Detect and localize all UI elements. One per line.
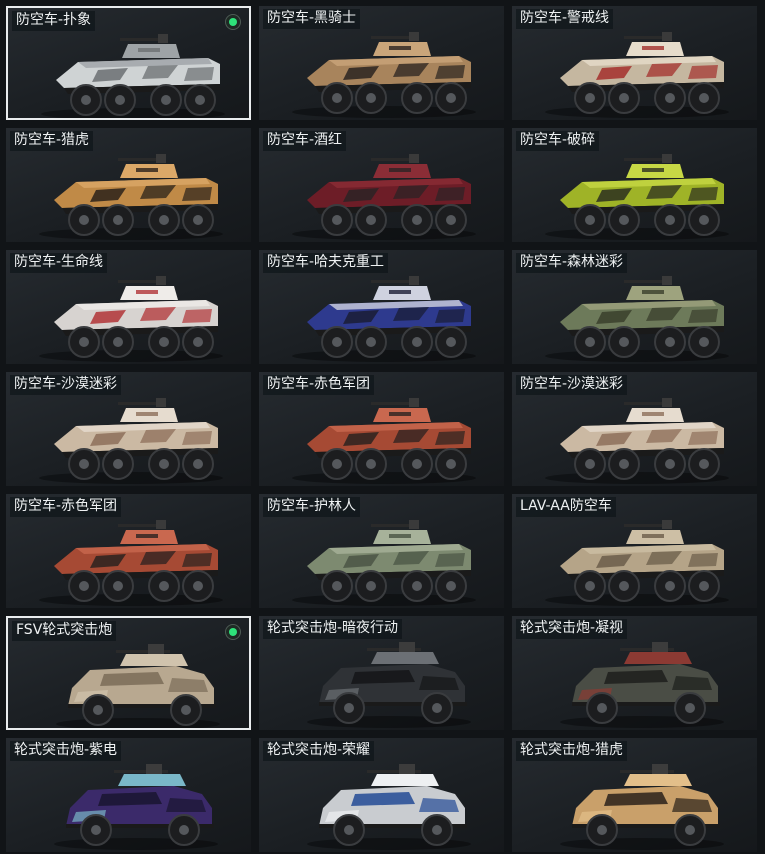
skin-card[interactable]: 防空车-赤色军团 <box>259 372 504 486</box>
skin-card[interactable]: 防空车-森林迷彩 <box>512 250 757 364</box>
skin-card[interactable]: 轮式突击炮-凝视 <box>512 616 757 730</box>
aa-vehicle-image <box>6 510 251 608</box>
aa-vehicle-image <box>512 22 757 120</box>
skin-card[interactable]: 防空车-黑骑士 <box>259 6 504 120</box>
skin-name: 防空车-扑象 <box>12 11 96 31</box>
skin-card[interactable]: 防空车-沙漠迷彩 <box>6 372 251 486</box>
aa-vehicle-image <box>512 266 757 364</box>
skin-name: 防空车-破碎 <box>516 131 600 151</box>
skin-card[interactable]: 防空车-猎虎 <box>6 128 251 242</box>
fsv-vehicle-image <box>259 632 504 730</box>
skin-card[interactable]: 轮式突击炮-暗夜行动 <box>259 616 504 730</box>
skin-name: 轮式突击炮-暗夜行动 <box>263 619 403 639</box>
aa-vehicle-image <box>259 266 504 364</box>
skin-name: 防空车-生命线 <box>10 253 108 273</box>
skin-name: LAV-AA防空车 <box>516 497 616 517</box>
aa-vehicle-image <box>6 388 251 486</box>
skin-name: 防空车-酒红 <box>263 131 347 151</box>
skin-card[interactable]: 轮式突击炮-荣耀 <box>259 738 504 852</box>
aa-vehicle-image <box>512 144 757 242</box>
skin-name: 防空车-沙漠迷彩 <box>516 375 628 395</box>
fsv-vehicle-image <box>6 754 251 852</box>
skin-name: 防空车-警戒线 <box>516 9 614 29</box>
aa-vehicle-image <box>259 22 504 120</box>
skin-card[interactable]: 防空车-破碎 <box>512 128 757 242</box>
aa-vehicle-image <box>512 388 757 486</box>
skin-name: 防空车-赤色军团 <box>10 497 122 517</box>
skin-name: 防空车-哈夫克重工 <box>263 253 389 273</box>
aa-vehicle-image <box>259 144 504 242</box>
skin-card[interactable]: 轮式突击炮-紫电 <box>6 738 251 852</box>
aa-vehicle-image <box>259 510 504 608</box>
skin-card[interactable]: 防空车-哈夫克重工 <box>259 250 504 364</box>
skin-card[interactable]: 轮式突击炮-猎虎 <box>512 738 757 852</box>
skin-card[interactable]: 防空车-警戒线 <box>512 6 757 120</box>
skin-name: 防空车-黑骑士 <box>263 9 361 29</box>
skin-card[interactable]: 防空车-酒红 <box>259 128 504 242</box>
skin-name: FSV轮式突击炮 <box>12 621 117 641</box>
skin-card[interactable]: LAV-AA防空车 <box>512 494 757 608</box>
skin-name: 轮式突击炮-荣耀 <box>263 741 375 761</box>
skin-name: 轮式突击炮-紫电 <box>10 741 122 761</box>
skin-card[interactable]: 防空车-护林人 <box>259 494 504 608</box>
aa-vehicle-image <box>6 266 251 364</box>
equipped-indicator-icon <box>225 14 241 30</box>
skin-card[interactable]: 防空车-沙漠迷彩 <box>512 372 757 486</box>
skin-name: 轮式突击炮-凝视 <box>516 619 628 639</box>
equipped-indicator-icon <box>225 624 241 640</box>
fsv-vehicle-image <box>512 754 757 852</box>
skin-name: 防空车-护林人 <box>263 497 361 517</box>
skin-name: 防空车-沙漠迷彩 <box>10 375 122 395</box>
skin-card[interactable]: 防空车-生命线 <box>6 250 251 364</box>
aa-vehicle-image <box>8 24 249 118</box>
skin-name: 轮式突击炮-猎虎 <box>516 741 628 761</box>
skin-card[interactable]: 防空车-扑象 <box>6 6 251 120</box>
aa-vehicle-image <box>6 144 251 242</box>
skin-name: 防空车-森林迷彩 <box>516 253 628 273</box>
aa-vehicle-image <box>259 388 504 486</box>
fsv-vehicle-image <box>8 634 249 728</box>
skin-card[interactable]: FSV轮式突击炮 <box>6 616 251 730</box>
fsv-vehicle-image <box>259 754 504 852</box>
skin-grid: 防空车-扑象 防空车-黑骑士 防空车-警戒线 防空车-猎虎 防空车-酒红 防空车… <box>0 0 765 854</box>
skin-name: 防空车-赤色军团 <box>263 375 375 395</box>
aa-vehicle-image <box>512 510 757 608</box>
skin-name: 防空车-猎虎 <box>10 131 94 151</box>
fsv-vehicle-image <box>512 632 757 730</box>
skin-card[interactable]: 防空车-赤色军团 <box>6 494 251 608</box>
